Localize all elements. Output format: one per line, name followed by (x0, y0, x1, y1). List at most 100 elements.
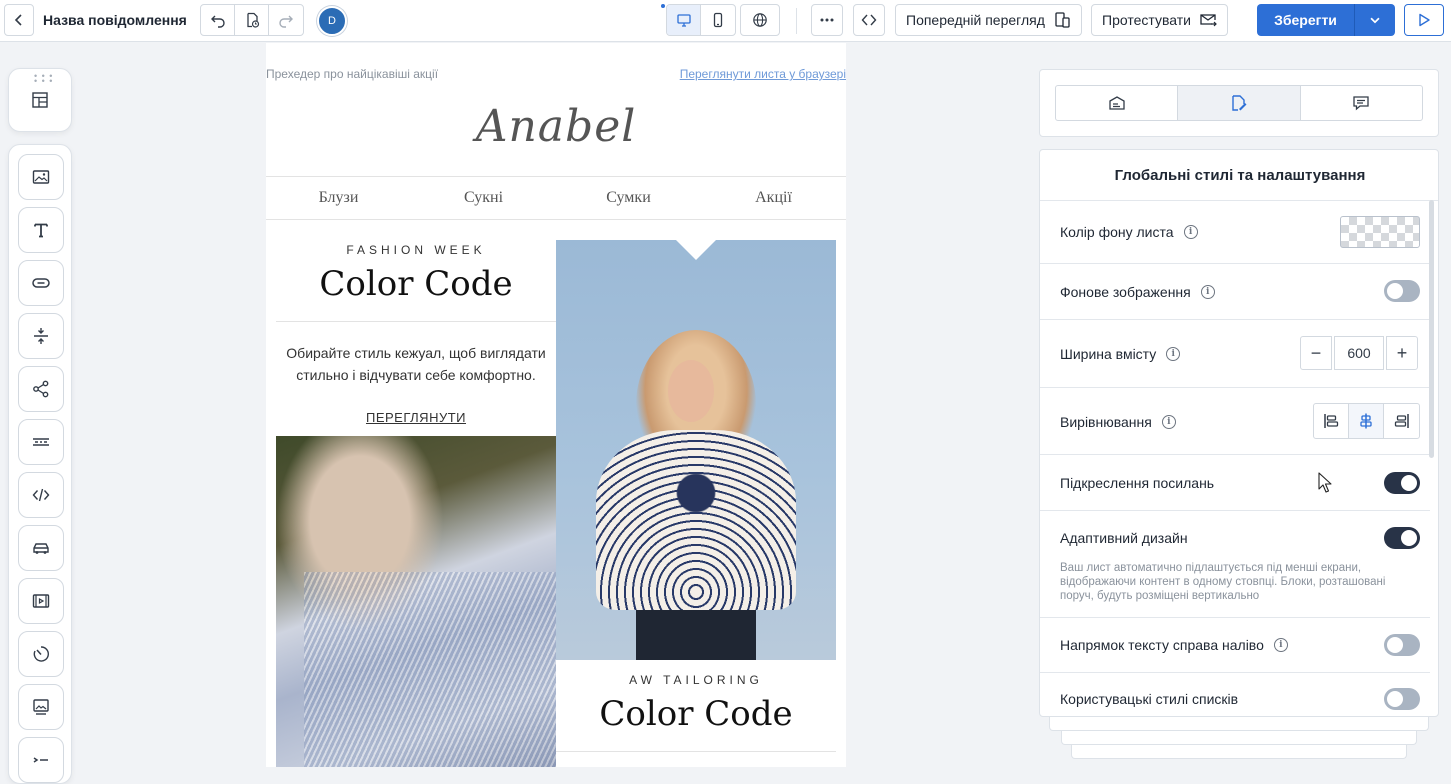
tab-global-styles[interactable] (1178, 86, 1301, 120)
nav-item-sales[interactable]: Акції (701, 189, 846, 207)
view-in-browser-link[interactable]: Переглянути листа у браузері (680, 67, 846, 81)
chevron-down-icon (1370, 17, 1380, 24)
setting-alignment: Вирівнювання i (1040, 388, 1430, 455)
fashion-photo-left[interactable] (276, 436, 556, 767)
responsive-toggle[interactable] (1384, 527, 1420, 549)
photo-texture (304, 572, 556, 767)
undo-button[interactable] (201, 5, 235, 35)
globe-icon (753, 13, 767, 27)
block-title[interactable]: Color Code (556, 694, 836, 734)
status-dot (661, 4, 665, 8)
nav-item-dresses[interactable]: Сукні (411, 189, 556, 207)
redo-button[interactable] (269, 5, 303, 35)
tab-message-settings[interactable] (1056, 86, 1179, 120)
setting-label: Фонове зображення i (1060, 284, 1215, 300)
align-center-button[interactable] (1349, 404, 1384, 438)
email-nav-menu: Блузи Сукні Сумки Акції (266, 176, 846, 220)
setting-responsive: Адаптивний дизайн Ваш лист автоматично п… (1040, 511, 1430, 618)
setting-label-text: Адаптивний дизайн (1060, 530, 1188, 546)
code-view-button[interactable] (853, 4, 885, 36)
settings-tabs-card (1039, 69, 1439, 137)
align-right-button[interactable] (1384, 404, 1419, 438)
setting-label: Колір фону листа i (1060, 224, 1198, 240)
setting-label-text: Колір фону листа (1060, 224, 1174, 240)
increment-button[interactable]: + (1386, 336, 1418, 370)
block-title[interactable]: Color Code (276, 264, 556, 304)
preview-devices-icon (1055, 12, 1070, 28)
mouse-cursor-icon (1318, 472, 1332, 493)
back-button[interactable] (4, 4, 34, 36)
setting-label-text: Підкреслення посилань (1060, 475, 1215, 491)
preheader-text[interactable]: Прехедер про найцікавіші акції (266, 67, 438, 81)
panel-title: Глобальні стилі та налаштування (1040, 150, 1438, 201)
alignment-control (1313, 403, 1420, 439)
device-switcher (666, 4, 736, 36)
play-icon (1419, 13, 1430, 27)
setting-link-underline: Підкреслення посилань (1040, 455, 1430, 511)
save-button[interactable]: Зберегти (1257, 4, 1355, 36)
photo-shape (596, 430, 796, 610)
width-input[interactable]: 600 (1334, 336, 1384, 370)
body-text[interactable]: Обирайте стиль кежуал, щоб виглядати сти… (276, 342, 556, 386)
preview-label: Попередній перегляд (906, 12, 1045, 28)
test-button[interactable]: Протестувати (1091, 4, 1228, 36)
divider (556, 751, 836, 752)
bg-image-toggle[interactable] (1384, 280, 1420, 302)
info-icon[interactable]: i (1183, 225, 1198, 239)
eyebrow-text[interactable]: AW TAILORING (556, 673, 836, 687)
bg-color-picker[interactable] (1340, 216, 1420, 248)
panel-scrollbar[interactable] (1429, 200, 1434, 458)
send-button[interactable] (1404, 4, 1444, 36)
info-icon[interactable]: i (1161, 415, 1176, 429)
code-icon (861, 14, 877, 26)
save-button-group: Зберегти (1257, 4, 1395, 36)
setting-rtl: Напрямок тексту справа наліво i (1040, 618, 1430, 673)
setting-label-text: Фонове зображення (1060, 284, 1191, 300)
content-column-left: FASHION WEEK Color Code Обирайте стиль к… (276, 220, 556, 767)
editor-canvas: Прехедер про найцікавіші акції Перегляну… (0, 43, 1030, 767)
tab-comments[interactable] (1301, 86, 1422, 120)
setting-label: Ширина вмісту i (1060, 346, 1181, 362)
eyebrow-text[interactable]: FASHION WEEK (276, 243, 556, 257)
more-dots-icon (820, 18, 834, 22)
fashion-photo-right[interactable] (556, 240, 836, 660)
settings-tabs (1055, 85, 1423, 121)
decrement-button[interactable]: − (1300, 336, 1332, 370)
width-stepper: − 600 + (1300, 336, 1418, 370)
setting-label-text: Ширина вмісту (1060, 346, 1157, 362)
align-right-icon (1394, 414, 1409, 428)
test-label: Протестувати (1102, 12, 1191, 28)
setting-label: Адаптивний дизайн (1060, 530, 1188, 546)
save-options-button[interactable] (1355, 4, 1395, 36)
responsive-hint: Ваш лист автоматично підлаштується під м… (1060, 562, 1386, 602)
global-settings-panel: Глобальні стилі та налаштування Колір фо… (1039, 149, 1439, 717)
content-column-right: AW TAILORING Color Code (556, 240, 836, 767)
preview-button[interactable]: Попередній перегляд (895, 4, 1082, 36)
more-button[interactable] (811, 4, 843, 36)
rtl-toggle[interactable] (1384, 634, 1420, 656)
view-link[interactable]: ПЕРЕГЛЯНУТИ (276, 410, 556, 425)
redo-icon (279, 15, 293, 28)
info-icon[interactable]: i (1273, 638, 1288, 652)
setting-label-text: Напрямок тексту справа наліво (1060, 637, 1264, 653)
setting-list-styles: Користувацькі стилі списків (1040, 673, 1430, 716)
list-styles-toggle[interactable] (1384, 688, 1420, 710)
send-mail-icon (1200, 14, 1217, 27)
nav-item-blouses[interactable]: Блузи (266, 189, 411, 207)
history-button[interactable] (235, 5, 269, 35)
info-icon[interactable]: i (1200, 285, 1215, 299)
message-name[interactable]: Назва повідомлення (43, 12, 187, 28)
mail-settings-icon (1109, 96, 1125, 110)
align-left-button[interactable] (1314, 404, 1349, 438)
desktop-view-button[interactable] (667, 5, 701, 35)
nav-item-bags[interactable]: Сумки (556, 189, 701, 207)
setting-content-width: Ширина вмісту i − 600 + (1040, 320, 1430, 388)
info-icon[interactable]: i (1166, 347, 1181, 361)
email-preview: Прехедер про найцікавіші акції Перегляну… (266, 43, 846, 767)
link-underline-toggle[interactable] (1384, 472, 1420, 494)
mobile-view-button[interactable] (701, 5, 735, 35)
language-button[interactable] (740, 4, 780, 36)
top-bar: Назва повідомлення D Попередній перегляд (0, 0, 1451, 42)
brand-logo[interactable]: Anabel (266, 101, 846, 152)
avatar[interactable]: D (317, 6, 347, 36)
